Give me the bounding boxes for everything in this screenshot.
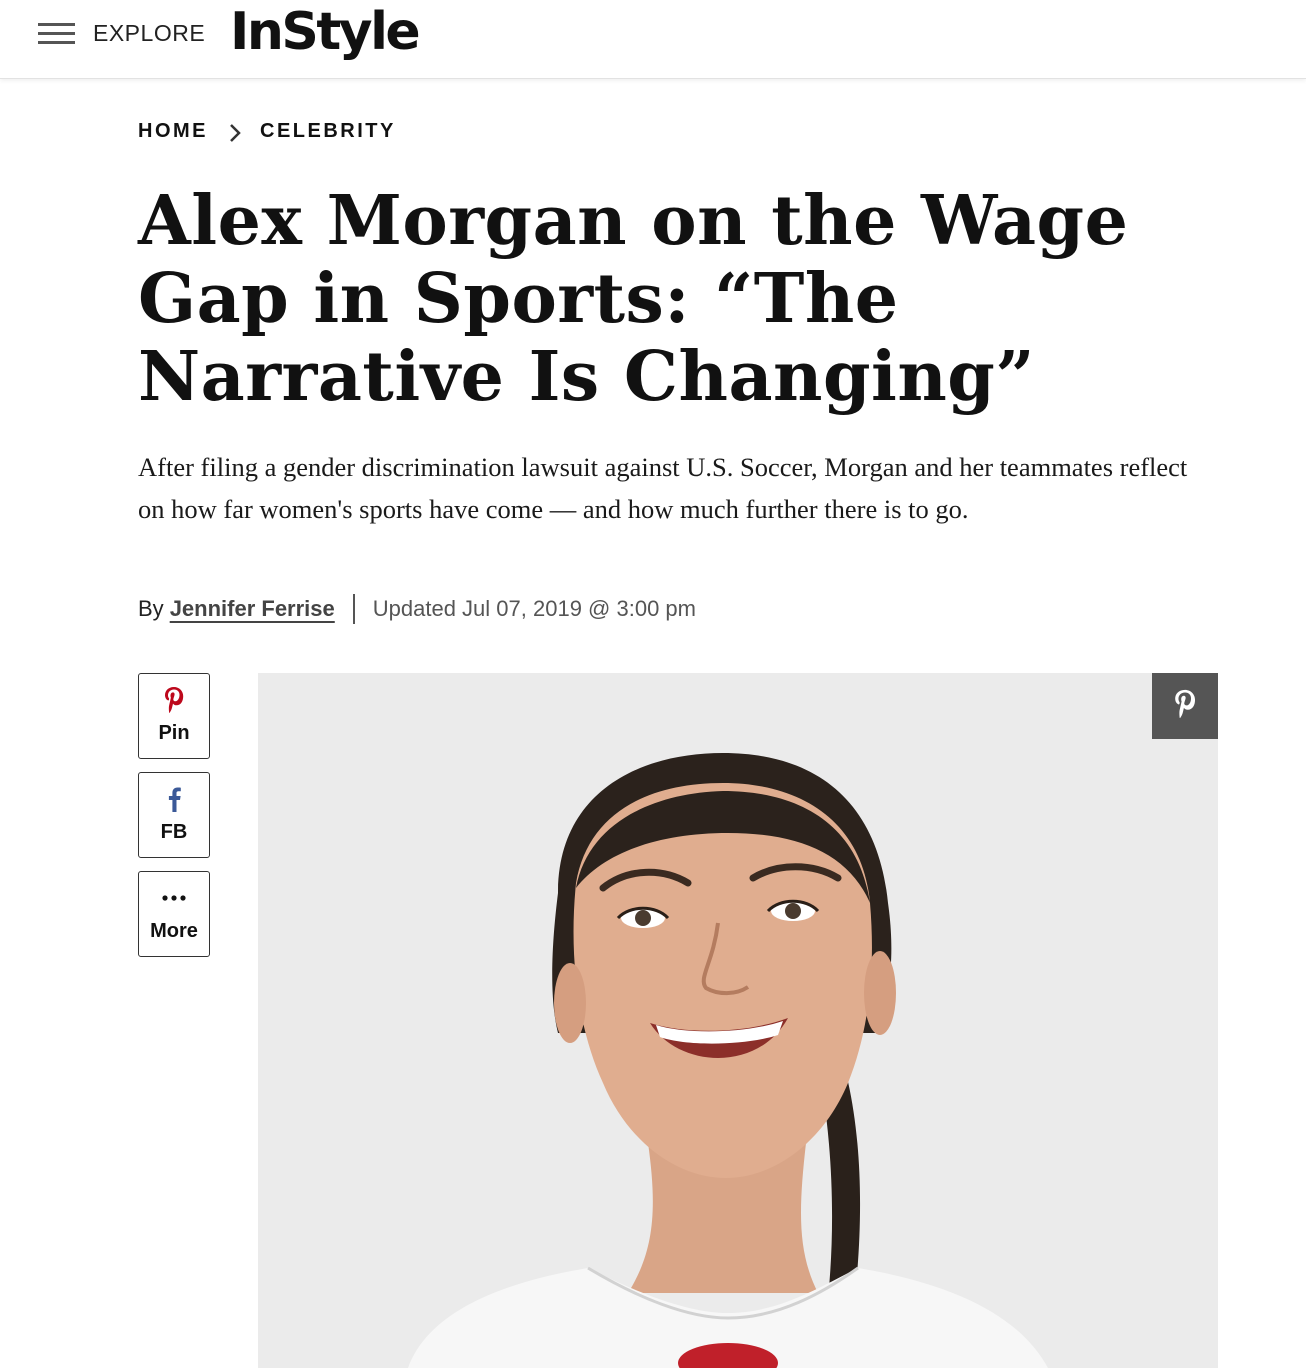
article-headline: Alex Morgan on the Wage Gap in Sports: “…	[138, 181, 1129, 417]
updated-date: Updated Jul 07, 2019 @ 3:00 pm	[372, 596, 696, 621]
byline-prefix: By	[138, 596, 164, 621]
explore-link[interactable]: EXPLORE	[93, 20, 205, 47]
more-share-button[interactable]: More	[138, 871, 210, 957]
byline: By Jennifer Ferrise Updated Jul 07, 2019…	[138, 594, 696, 624]
instyle-logo[interactable]: InStyle	[230, 2, 421, 62]
article-dek: After filing a gender discrimination law…	[138, 452, 1188, 524]
breadcrumb-celebrity[interactable]: CELEBRITY	[260, 120, 396, 143]
hero-image	[258, 673, 1218, 1368]
byline-divider	[352, 594, 355, 624]
more-dots-icon	[139, 884, 209, 912]
hamburger-icon[interactable]	[38, 22, 76, 46]
pinterest-icon	[1173, 688, 1197, 725]
facebook-icon	[139, 785, 209, 813]
pin-image-button[interactable]	[1152, 673, 1218, 739]
breadcrumb-home[interactable]: HOME	[138, 120, 208, 143]
breadcrumb: HOME CELEBRITY	[138, 120, 396, 143]
chevron-right-icon	[228, 121, 242, 143]
pin-share-button[interactable]: Pin	[138, 673, 210, 759]
facebook-share-button[interactable]: FB	[138, 772, 210, 858]
pin-label: Pin	[158, 722, 190, 744]
fb-label: FB	[160, 821, 188, 843]
more-label: More	[150, 920, 198, 942]
author-link[interactable]: Jennifer Ferrise	[170, 596, 335, 622]
site-header: EXPLORE InStyle	[0, 0, 1306, 79]
pinterest-icon	[139, 686, 209, 714]
